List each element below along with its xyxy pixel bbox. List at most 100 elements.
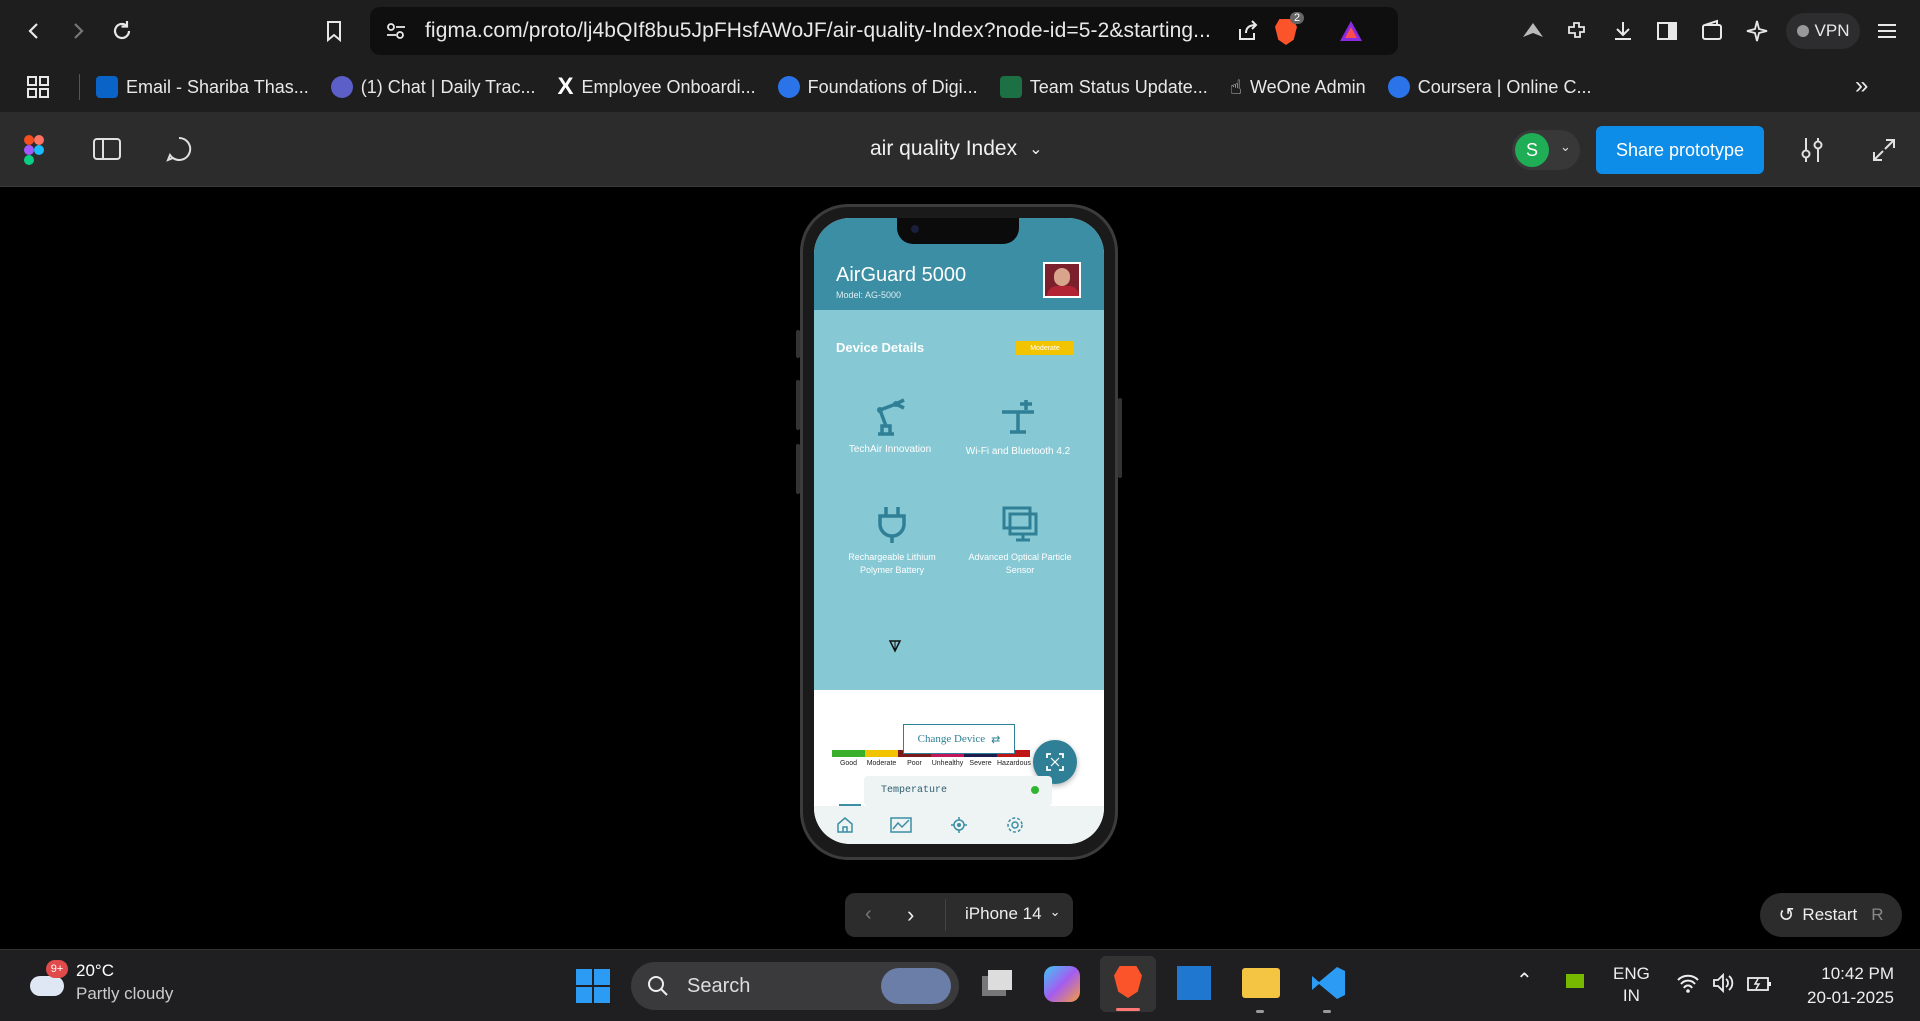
search-icon: [648, 976, 668, 996]
user-menu[interactable]: S ⌄: [1512, 130, 1580, 170]
tile-label: TechAir Innovation: [848, 444, 932, 455]
restart-shortcut: R: [1871, 905, 1884, 924]
site-settings-icon[interactable]: [385, 20, 407, 42]
tile-label: Advanced Optical Particle Sensor: [968, 552, 1072, 575]
fullscreen-icon[interactable]: [1872, 138, 1896, 162]
bookmark-label: Foundations of Digi...: [807, 76, 978, 97]
bookmark-label: WeOne Admin: [1249, 76, 1366, 97]
download-icon[interactable]: [1611, 19, 1635, 43]
phone-screen: AirGuard 5000 Model: AG-5000 Device Deta…: [814, 218, 1104, 844]
bookmark-label: Coursera | Online C...: [1417, 76, 1592, 97]
comment-icon[interactable]: [166, 136, 192, 162]
windows-start-icon[interactable]: [575, 968, 611, 1004]
coursera-icon: [777, 76, 800, 98]
bookmark-item[interactable]: Coursera | Online C...: [1387, 76, 1592, 98]
settings-gear-icon[interactable]: [1006, 816, 1024, 834]
device-title: AirGuard 5000: [836, 264, 967, 286]
bookmark-item[interactable]: (1) Chat | Daily Trac...: [330, 76, 535, 98]
robot-arm-icon: [877, 398, 905, 436]
profile-avatar[interactable]: [1043, 262, 1081, 298]
windows-taskbar: 9+ 20°C Partly cloudy Search ⌃ ENG IN 10…: [0, 949, 1920, 1021]
file-title-dropdown[interactable]: air quality Index ⌄: [870, 137, 1043, 161]
avatar-body: [1047, 286, 1079, 296]
task-view-icon[interactable]: [978, 966, 1014, 1002]
chevron-down-icon: ⌄: [1029, 141, 1043, 158]
notification-badge: 9+: [46, 960, 68, 978]
back-button[interactable]: [12, 9, 56, 53]
tile-sensor: Advanced Optical Particle Sensor: [960, 504, 1080, 577]
avatar-face: [1054, 268, 1070, 286]
forward-button[interactable]: [56, 9, 100, 53]
home-icon[interactable]: [836, 816, 854, 834]
vpn-button[interactable]: VPN: [1786, 13, 1860, 49]
tile-connectivity: Wi-Fi and Bluetooth 4.2: [958, 396, 1078, 459]
front-camera: [911, 225, 919, 233]
wifi-icon[interactable]: [1676, 972, 1700, 994]
active-indicator: [1116, 1008, 1140, 1011]
scan-icon: [1046, 753, 1064, 771]
wallet-icon[interactable]: [1700, 19, 1724, 43]
back-arrow-icon: [28, 23, 38, 39]
device-chip-icon[interactable]: [950, 816, 968, 834]
reload-icon: [113, 21, 131, 40]
clock[interactable]: 10:42 PM 20-01-2025: [1794, 962, 1894, 1010]
change-device-button[interactable]: Change Device ⇄: [903, 724, 1015, 754]
reload-button[interactable]: [100, 9, 144, 53]
bookmarks-divider: [79, 74, 80, 100]
temperature-label: Temperature: [881, 785, 948, 796]
sidebar-toggle-icon[interactable]: [1655, 19, 1679, 43]
chart-icon[interactable]: [890, 816, 912, 834]
language-indicator[interactable]: ENG IN: [1613, 963, 1650, 1007]
bookmark-item[interactable]: Team Status Update...: [999, 76, 1208, 98]
restart-button[interactable]: ↺ Restart R: [1760, 893, 1902, 937]
section-title: Device Details: [836, 340, 925, 355]
bookmark-item[interactable]: X Employee Onboardi...: [557, 73, 755, 101]
bookmark-button[interactable]: [312, 9, 356, 53]
aqi-scale-label: Good: [839, 760, 858, 767]
leo-ai-icon[interactable]: [1745, 19, 1769, 43]
taskbar-search[interactable]: Search: [631, 962, 959, 1010]
restart-icon: ↺: [1778, 904, 1795, 926]
bookmark-label: Team Status Update...: [1029, 76, 1208, 97]
share-prototype-button[interactable]: Share prototype: [1596, 126, 1764, 174]
chevron-left-icon: ‹: [865, 903, 872, 925]
nvidia-icon[interactable]: [1566, 974, 1584, 988]
share-page-icon[interactable]: [1236, 19, 1260, 43]
volume-icon[interactable]: [1711, 972, 1735, 994]
device-model: Model: AG-5000: [836, 290, 902, 300]
battery-icon[interactable]: [1746, 972, 1772, 994]
teams-icon: [330, 76, 353, 98]
file-explorer-icon[interactable]: [1242, 968, 1280, 998]
device-details-panel: Device Details Moderate TechAir Innovati…: [814, 310, 1104, 767]
extensions-icon[interactable]: [1565, 19, 1589, 43]
leo-icon[interactable]: [1520, 19, 1546, 43]
tile-manufacturer: TechAir Innovation: [830, 396, 950, 457]
vscode-icon[interactable]: [1309, 964, 1347, 1002]
previous-frame-button[interactable]: ‹: [865, 903, 872, 926]
next-frame-button[interactable]: ›: [907, 902, 914, 928]
panel-toggle-icon[interactable]: [93, 137, 121, 161]
settings-sliders-icon[interactable]: [1800, 136, 1824, 164]
temperature-card[interactable]: Temperature: [864, 776, 1052, 806]
aqi-scale-segment: [832, 750, 865, 757]
bookmark-item[interactable]: Email - Shariba Thas...: [96, 76, 309, 98]
address-bar[interactable]: figma.com/proto/lj4bQIf8bu5JpFHsfAWoJF/a…: [370, 7, 1398, 55]
bookmarks-bar: Email - Shariba Thas... (1) Chat | Daily…: [0, 62, 1920, 112]
store-app-icon[interactable]: [1177, 966, 1211, 1000]
device-select[interactable]: iPhone 14 ⌄: [965, 904, 1060, 924]
apps-grid-icon[interactable]: [27, 76, 49, 98]
menu-icon[interactable]: [1875, 19, 1899, 43]
more-bookmarks-icon[interactable]: »: [1855, 72, 1868, 100]
avatar: S: [1515, 133, 1549, 167]
bookmark-item[interactable]: Foundations of Digi...: [777, 76, 978, 98]
weather-widget-icon[interactable]: 9+: [28, 960, 68, 1004]
swap-icon: ⇄: [991, 733, 1001, 746]
figma-logo-icon[interactable]: [24, 135, 44, 165]
weone-icon: ☝: [1229, 76, 1242, 99]
bookmark-item[interactable]: ☝ WeOne Admin: [1230, 75, 1366, 100]
brave-rewards-icon[interactable]: [1338, 19, 1364, 43]
tray-chevron-up-icon[interactable]: ⌃: [1516, 968, 1533, 993]
taskbar-brave-active[interactable]: [1100, 956, 1156, 1012]
weather-temp: 20°C: [76, 961, 114, 980]
copilot-icon[interactable]: [1044, 966, 1080, 1002]
